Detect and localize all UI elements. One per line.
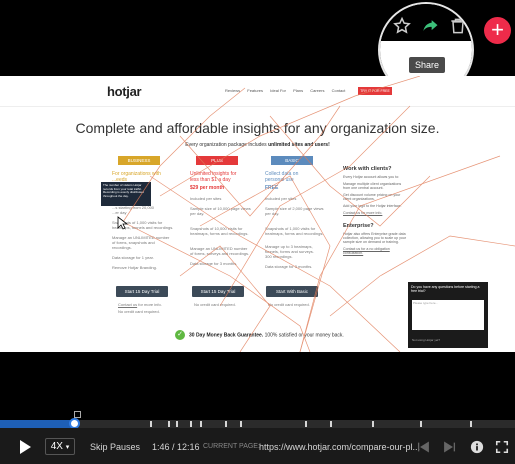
info-icon[interactable] — [470, 440, 484, 454]
player-controls: 4X ▾ Skip Pauses 1:46 / 12:16 CURRENT PA… — [0, 428, 515, 464]
trash-icon[interactable] — [448, 16, 468, 36]
fullscreen-icon[interactable] — [495, 440, 509, 454]
skip-forward-icon[interactable] — [443, 440, 457, 454]
speed-select[interactable]: 4X ▾ — [45, 438, 75, 455]
plus-icon: + — [491, 17, 504, 42]
time-readout: 1:46 / 12:16 — [152, 442, 200, 452]
play-icon[interactable] — [20, 440, 31, 454]
timeline-played — [0, 420, 75, 428]
share-tooltip: Share — [409, 57, 446, 73]
current-page-label: CURRENT PAGE: — [203, 443, 260, 450]
chevron-down-icon: ▾ — [65, 444, 70, 451]
current-page-url[interactable]: https://www.hotjar.com/compare-our-pl... — [259, 442, 420, 452]
skip-pauses-toggle[interactable]: Skip Pauses — [90, 442, 140, 452]
add-button[interactable]: + — [484, 17, 511, 44]
recorded-page-viewport: hotjar Reviews Features Ideal For Plans … — [0, 76, 515, 352]
mouse-cursor-icon — [117, 216, 129, 230]
timeline-event-marker — [74, 411, 82, 418]
skip-back-icon[interactable] — [416, 440, 430, 454]
video-bottom-area — [0, 352, 515, 420]
star-icon[interactable] — [392, 16, 412, 36]
share-arrow-icon[interactable] — [420, 16, 440, 36]
mouse-trail-overlay — [122, 76, 515, 352]
